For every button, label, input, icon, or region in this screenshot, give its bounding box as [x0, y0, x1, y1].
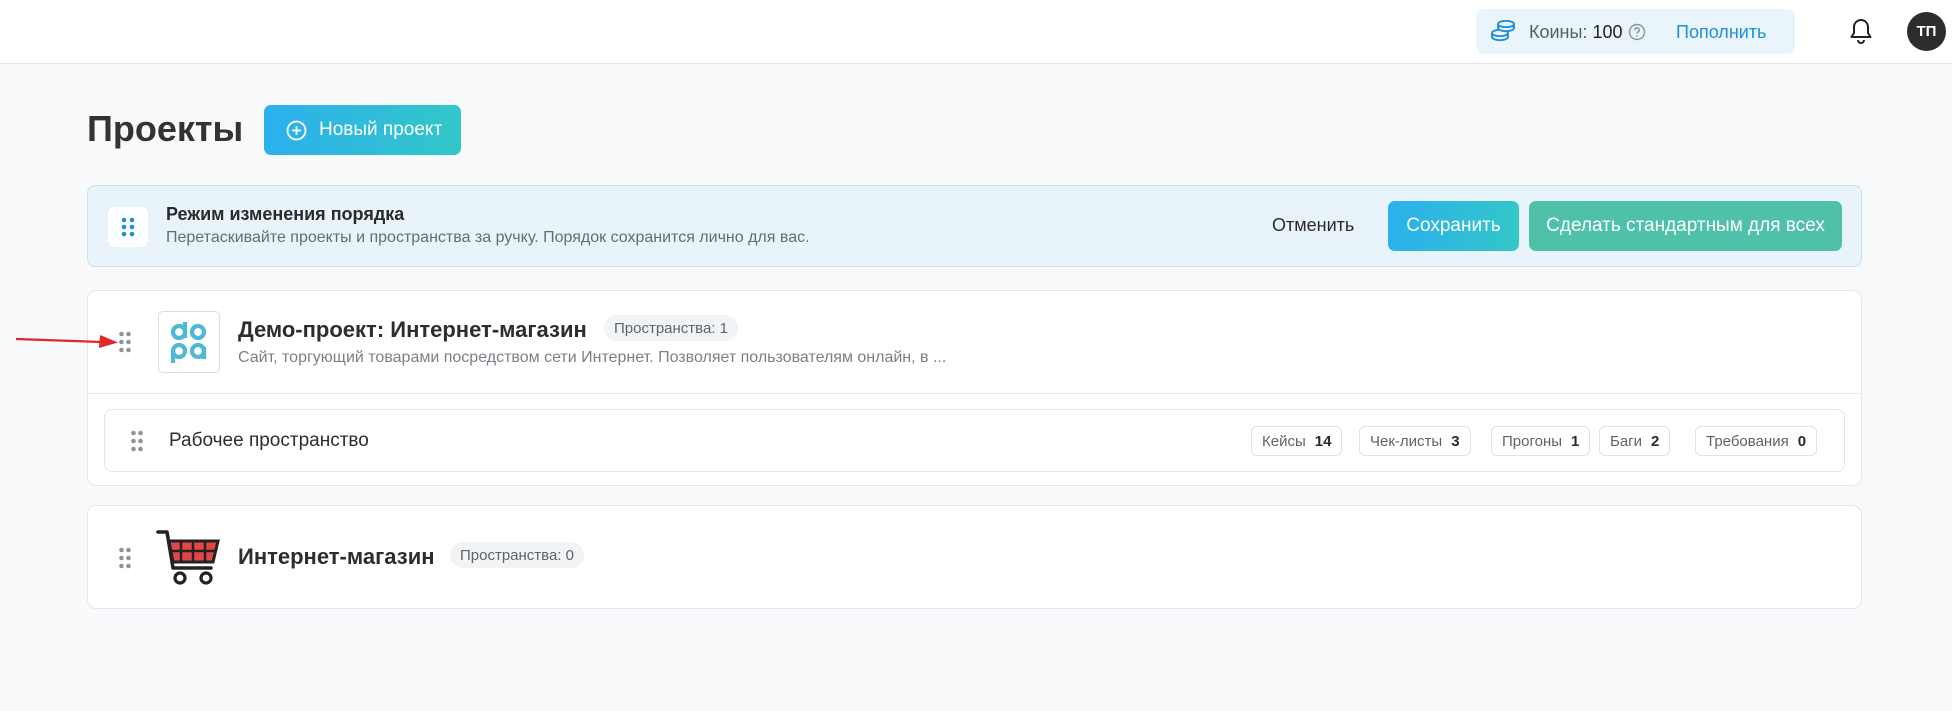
- stat-label: Требования: [1706, 432, 1789, 450]
- top-bar: Коины: 100 Пополнить ТП: [0, 0, 1952, 64]
- coins-widget: Коины: 100 Пополнить: [1476, 9, 1795, 54]
- user-avatar[interactable]: ТП: [1907, 12, 1946, 51]
- stat-checklists: Чек-листы 3: [1359, 426, 1471, 456]
- coins-icon: [1491, 20, 1515, 42]
- help-icon[interactable]: [1628, 23, 1646, 41]
- stat-value: 3: [1451, 432, 1460, 450]
- project-name[interactable]: Демо-проект: Интернет-магазин: [238, 317, 587, 343]
- stat-label: Кейсы: [1262, 432, 1306, 450]
- shopping-cart-icon: [156, 530, 220, 585]
- save-button[interactable]: Сохранить: [1388, 201, 1519, 251]
- stat-value: 2: [1651, 432, 1660, 450]
- annotation-arrow-icon: [15, 335, 118, 348]
- stat-value: 0: [1797, 432, 1807, 450]
- make-default-button[interactable]: Сделать стандартным для всех: [1529, 201, 1842, 251]
- drag-handle-icon: [121, 217, 135, 237]
- stat-bugs: Баги 2: [1599, 426, 1671, 456]
- topup-link[interactable]: Пополнить: [1676, 22, 1766, 43]
- new-project-button[interactable]: Новый проект: [264, 105, 461, 155]
- coins-label: Коины: 100: [1529, 22, 1623, 43]
- coins-value: 100: [1592, 22, 1623, 42]
- coins-label-text: Коины:: [1529, 22, 1588, 42]
- banner-text: Перетаскивайте проекты и пространства за…: [166, 229, 810, 246]
- reorder-handle-badge: [108, 207, 148, 247]
- page-title: Проекты: [87, 108, 244, 149]
- card-divider: [88, 393, 1861, 394]
- spaces-count-badge: Пространства: 1: [604, 315, 738, 341]
- new-project-label: Новый проект: [319, 119, 443, 140]
- stat-cases: Кейсы 14: [1251, 426, 1343, 456]
- project-name[interactable]: Интернет-магазин: [238, 544, 435, 570]
- drag-handle-icon[interactable]: [118, 547, 132, 569]
- banner-title: Режим изменения порядка: [166, 204, 405, 224]
- doqa-logo-icon: [170, 322, 207, 363]
- bell-icon[interactable]: [1848, 17, 1874, 45]
- space-name[interactable]: Рабочее пространство: [169, 430, 369, 452]
- stat-requirements: Требования 0: [1695, 426, 1818, 456]
- project-logo: [158, 311, 220, 373]
- drag-handle-icon[interactable]: [130, 430, 144, 452]
- stat-value: 14: [1314, 432, 1332, 450]
- stat-value: 1: [1571, 432, 1580, 450]
- space-row: Рабочее пространство Кейсы 14 Чек-листы …: [104, 409, 1845, 472]
- project-card: Интернет-магазин Пространства: 0: [87, 505, 1862, 609]
- plus-circle-icon: [286, 120, 307, 141]
- drag-handle-icon[interactable]: [118, 331, 132, 353]
- project-card: Демо-проект: Интернет-магазин Пространст…: [87, 290, 1862, 486]
- project-description: Сайт, торгующий товарами посредством сет…: [238, 349, 947, 366]
- reorder-mode-banner: Режим изменения порядка Перетаскивайте п…: [87, 185, 1862, 267]
- stat-label: Прогоны: [1502, 432, 1563, 450]
- stat-runs: Прогоны 1: [1491, 426, 1591, 456]
- stat-label: Баги: [1610, 432, 1643, 450]
- stat-label: Чек-листы: [1370, 432, 1443, 450]
- cancel-button[interactable]: Отменить: [1272, 215, 1354, 236]
- spaces-count-badge: Пространства: 0: [450, 542, 584, 568]
